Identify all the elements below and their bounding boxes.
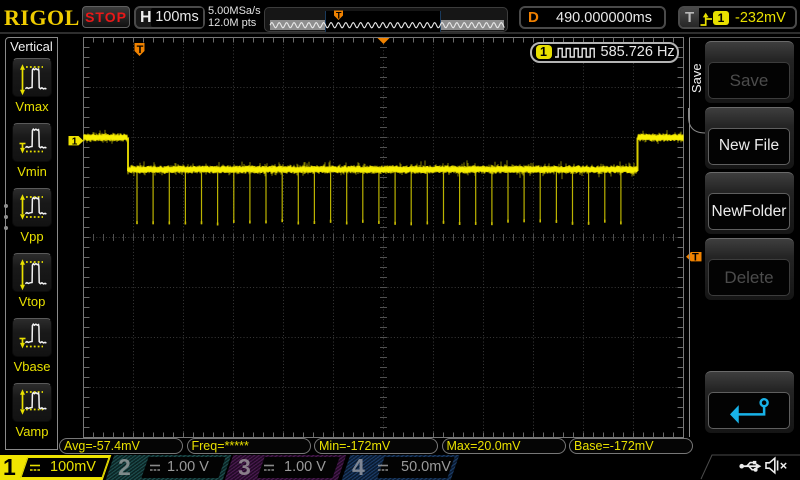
svg-text:T: T xyxy=(137,44,144,56)
svg-text:1: 1 xyxy=(72,136,78,147)
svg-text:T: T xyxy=(692,252,699,264)
svg-text:T: T xyxy=(336,11,342,21)
